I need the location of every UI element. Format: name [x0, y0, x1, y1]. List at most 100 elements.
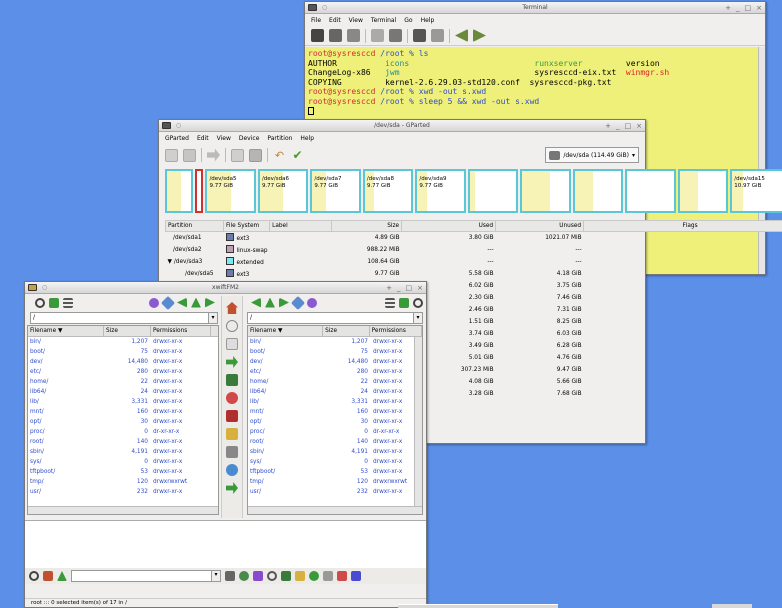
- restore-icon[interactable]: □: [406, 284, 413, 292]
- up-icon[interactable]: [265, 297, 275, 308]
- menu-view[interactable]: View: [349, 17, 363, 24]
- file-row[interactable]: boot/75 drwxr-xr-x: [248, 347, 422, 357]
- file-row[interactable]: sbin/4,191 drwxr-xr-x: [248, 447, 422, 457]
- chevron-down-icon[interactable]: ▾: [211, 571, 220, 581]
- partition-block[interactable]: [520, 169, 571, 213]
- minimize-icon[interactable]: _: [397, 284, 401, 292]
- fullscreen-icon[interactable]: [413, 29, 426, 42]
- resize-move-icon[interactable]: [207, 148, 220, 162]
- home-icon[interactable]: [399, 297, 409, 308]
- col-permissions[interactable]: Permissions: [370, 326, 422, 336]
- new-tab-icon[interactable]: [311, 29, 324, 42]
- minimize-icon[interactable]: _: [616, 122, 620, 130]
- close-icon[interactable]: ×: [636, 122, 642, 130]
- chevron-down-icon[interactable]: ▾: [413, 313, 422, 323]
- maximize-icon[interactable]: +: [386, 284, 392, 292]
- left-path-input[interactable]: / ▾: [30, 312, 218, 324]
- file-row[interactable]: usr/232 drwxr-xr-x: [248, 487, 422, 497]
- paste-icon[interactable]: [249, 148, 262, 162]
- fm-titlebar[interactable]: ○ xwiftFM2 + _ □ ×: [25, 282, 426, 294]
- paste-icon[interactable]: [389, 29, 402, 42]
- link-icon[interactable]: [226, 374, 238, 386]
- close-icon[interactable]: ×: [756, 4, 762, 12]
- tools-icon[interactable]: [295, 571, 305, 581]
- restore-icon[interactable]: □: [745, 4, 752, 12]
- file-row[interactable]: lib64/24 drwxr-xr-x: [248, 387, 422, 397]
- file-row[interactable]: etc/280 drwxr-xr-x: [28, 367, 218, 377]
- help-icon[interactable]: [351, 571, 361, 581]
- menu-view[interactable]: View: [217, 135, 231, 142]
- view-icon[interactable]: [281, 571, 291, 581]
- partition-block[interactable]: [195, 169, 204, 213]
- filter-icon[interactable]: [149, 297, 159, 308]
- file-row[interactable]: proc/0 dr-xr-xr-x: [248, 427, 422, 437]
- menu-gparted[interactable]: GParted: [165, 135, 189, 142]
- file-row[interactable]: tmp/120 drwxrwxrwt: [248, 477, 422, 487]
- settings-icon[interactable]: [323, 571, 333, 581]
- file-row[interactable]: sys/0 drwxr-xr-x: [28, 457, 218, 467]
- file-row[interactable]: boot/75 drwxr-xr-x: [28, 347, 218, 357]
- file-row[interactable]: opt/30 drwxr-xr-x: [28, 417, 218, 427]
- mount-icon[interactable]: [309, 571, 319, 581]
- folder-icon[interactable]: [226, 428, 238, 440]
- partition-block[interactable]: [677, 169, 729, 213]
- col-permissions[interactable]: Permissions: [151, 326, 211, 336]
- partition-block[interactable]: [625, 169, 676, 213]
- new-window-icon[interactable]: [329, 29, 342, 42]
- menu-edit[interactable]: Edit: [197, 135, 209, 142]
- copy-icon[interactable]: [231, 148, 244, 162]
- col-size[interactable]: Size: [331, 220, 403, 232]
- next-tab-icon[interactable]: [473, 29, 486, 42]
- close-icon[interactable]: ×: [417, 284, 423, 292]
- menu-edit[interactable]: Edit: [329, 17, 341, 24]
- chevron-down-icon[interactable]: ▾: [208, 313, 217, 323]
- list-view-icon[interactable]: [385, 297, 395, 308]
- partition-block[interactable]: /dev/sda6 9.77 GiB: [257, 169, 309, 213]
- back-icon[interactable]: [177, 297, 187, 308]
- col-filename[interactable]: Filename ▼: [248, 326, 324, 336]
- file-row[interactable]: tmp/120 drwxrwxrwt: [28, 477, 218, 487]
- horizontal-scrollbar[interactable]: [28, 506, 218, 514]
- copy-icon[interactable]: [226, 338, 238, 350]
- file-row[interactable]: opt/30 drwxr-xr-x: [248, 417, 422, 427]
- file-row[interactable]: home/22 drwxr-xr-x: [248, 377, 422, 387]
- up-icon[interactable]: [191, 297, 201, 308]
- vertical-scrollbar[interactable]: [414, 337, 422, 506]
- col-unused[interactable]: Unused: [495, 220, 585, 232]
- info-icon[interactable]: [226, 320, 238, 332]
- menu-partition[interactable]: Partition: [267, 135, 292, 142]
- partition-row[interactable]: ▼ /dev/sda3extended108.64 GiB------boot: [166, 256, 782, 268]
- partition-block[interactable]: /dev/sda8 9.77 GiB: [362, 169, 414, 213]
- up-icon[interactable]: [57, 571, 67, 581]
- right-file-pane[interactable]: Filename ▼ Size Permissions bin/1,207 drw…: [247, 325, 423, 515]
- restore-icon[interactable]: □: [625, 122, 632, 130]
- search-icon[interactable]: [35, 297, 45, 308]
- menu-go[interactable]: Go: [404, 17, 412, 24]
- file-row[interactable]: lib/3,331 drwxr-xr-x: [248, 397, 422, 407]
- command-input[interactable]: ▾: [71, 570, 221, 582]
- col-used[interactable]: Used: [401, 220, 497, 232]
- exit-icon[interactable]: [337, 571, 347, 581]
- find-icon[interactable]: [267, 571, 277, 581]
- sync-icon[interactable]: [226, 464, 238, 476]
- forward-icon[interactable]: [205, 297, 215, 308]
- delete-partition-icon[interactable]: [183, 148, 196, 162]
- file-row[interactable]: root/140 drwxr-xr-x: [28, 437, 218, 447]
- file-row[interactable]: dev/14,480 drwxr-xr-x: [28, 357, 218, 367]
- right-path-input[interactable]: / ▾: [247, 312, 423, 324]
- file-row[interactable]: usr/232 drwxr-xr-x: [28, 487, 218, 497]
- file-row[interactable]: tftpboot/53 drwxr-xr-x: [28, 467, 218, 477]
- pin-icon[interactable]: ○: [42, 284, 47, 291]
- search-icon[interactable]: [29, 571, 39, 581]
- terminal-titlebar[interactable]: ○ Terminal + _ □ ×: [305, 2, 765, 14]
- previous-tab-icon[interactable]: [455, 29, 468, 42]
- undo-icon[interactable]: ↶: [273, 149, 286, 162]
- partition-block[interactable]: /dev/sda15 10.97 GiB: [730, 169, 782, 213]
- file-row[interactable]: bin/1,207 drwxr-xr-x: [248, 337, 422, 347]
- back-icon[interactable]: [251, 297, 261, 308]
- menu-help[interactable]: Help: [421, 17, 435, 24]
- arrow-right-icon[interactable]: [226, 482, 238, 494]
- partition-block[interactable]: [572, 169, 624, 213]
- partition-row[interactable]: /dev/sda2 linux-swap 988.22 MiB --- ---: [166, 244, 782, 256]
- home-icon[interactable]: [226, 302, 238, 314]
